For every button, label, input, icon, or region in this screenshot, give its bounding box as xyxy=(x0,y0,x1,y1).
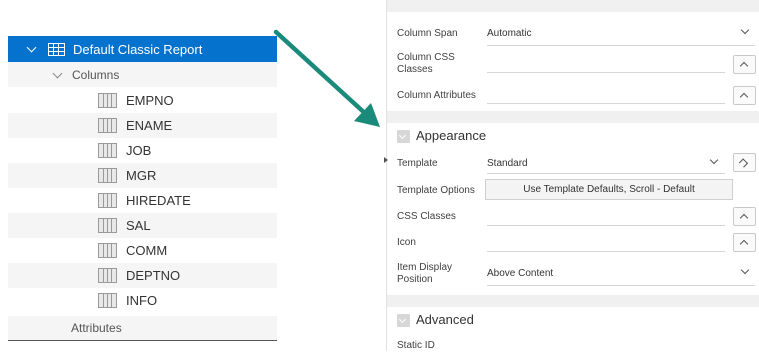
column-label: HIREDATE xyxy=(126,193,191,208)
column-icon xyxy=(98,193,117,208)
tree-column-item[interactable]: COMM xyxy=(8,238,277,263)
tree-column-item[interactable]: HIREDATE xyxy=(8,188,277,213)
column-icon xyxy=(98,268,117,283)
tree-column-item[interactable]: ENAME xyxy=(8,113,277,138)
chevron-up-icon[interactable] xyxy=(733,86,756,105)
chevron-right-icon[interactable] xyxy=(733,153,756,172)
tree-column-item[interactable]: SAL xyxy=(8,213,277,238)
column-label: MGR xyxy=(126,168,157,183)
column-icon xyxy=(98,118,117,133)
tree-node-report[interactable]: Default Classic Report xyxy=(8,36,277,62)
column-label: JOB xyxy=(126,143,152,158)
css-classes-input[interactable] xyxy=(487,225,725,226)
tree-column-item[interactable]: MGR xyxy=(8,163,277,188)
chevron-down-icon[interactable] xyxy=(741,27,749,35)
column-icon xyxy=(98,243,117,258)
tree-panel: Default Classic Report Columns EMPNO ENA… xyxy=(0,0,277,351)
css-classes-row: CSS Classes xyxy=(387,204,759,230)
tree-column-item[interactable]: INFO xyxy=(8,288,277,313)
template-options-value: Use Template Defaults, Scroll - Default xyxy=(523,184,695,195)
field-underline xyxy=(487,45,755,46)
column-label: EMPNO xyxy=(126,93,174,108)
chevron-up-icon[interactable] xyxy=(733,55,756,74)
column-icon xyxy=(98,293,117,308)
section-spacer xyxy=(387,295,759,307)
column-attributes-label: Column Attributes xyxy=(397,90,476,101)
column-label: DEPTNO xyxy=(126,268,181,283)
tree-node-attributes[interactable]: Attributes xyxy=(8,316,277,340)
field-underline xyxy=(487,285,755,286)
property-editor: Column Span Automatic Column CSS Classes… xyxy=(384,0,759,351)
tree-node-columns-label: Columns xyxy=(72,67,120,82)
column-icon xyxy=(98,218,117,233)
template-select[interactable]: Standard xyxy=(487,158,528,169)
column-span-row: Column Span Automatic xyxy=(387,12,759,52)
css-classes-label: CSS Classes xyxy=(397,211,456,222)
collapse-icon[interactable] xyxy=(397,314,410,327)
tree-column-item[interactable]: DEPTNO xyxy=(8,263,277,288)
column-span-label: Column Span xyxy=(397,28,458,39)
divider xyxy=(8,340,277,341)
template-options-button[interactable]: Use Template Defaults, Scroll - Default xyxy=(485,179,733,200)
tree-column-item[interactable]: EMPNO xyxy=(8,88,277,113)
template-options-label: Template Options xyxy=(397,185,475,196)
icon-row: Icon xyxy=(387,230,759,256)
column-icon xyxy=(98,168,117,183)
icon-input[interactable] xyxy=(487,251,725,252)
section-spacer xyxy=(387,111,759,123)
column-icon xyxy=(98,143,117,158)
column-css-classes-input[interactable] xyxy=(487,72,725,73)
advanced-section-header[interactable]: Advanced xyxy=(387,307,759,333)
column-attributes-input[interactable] xyxy=(487,103,725,104)
icon-label: Icon xyxy=(397,237,416,248)
section-spacer xyxy=(387,0,759,12)
chevron-up-icon[interactable] xyxy=(733,233,756,252)
advanced-title: Advanced xyxy=(416,312,474,327)
appearance-title: Appearance xyxy=(416,128,487,143)
static-id-label: Static ID xyxy=(397,340,435,351)
column-span-select[interactable]: Automatic xyxy=(487,28,531,39)
chevron-down-icon[interactable] xyxy=(26,43,38,55)
collapse-icon[interactable] xyxy=(397,130,410,143)
tree-node-report-label: Default Classic Report xyxy=(73,41,203,57)
appearance-section-header[interactable]: Appearance xyxy=(387,123,759,149)
column-label: ENAME xyxy=(126,118,173,133)
chevron-down-icon[interactable] xyxy=(741,267,749,275)
tree-node-columns[interactable]: Columns xyxy=(8,62,277,87)
item-display-position-label: Item Display Position xyxy=(397,262,453,285)
column-icon xyxy=(98,93,117,108)
item-display-position-select[interactable]: Above Content xyxy=(487,268,553,279)
report-icon xyxy=(48,42,65,56)
tree-column-item[interactable]: JOB xyxy=(8,138,277,163)
chevron-down-icon[interactable] xyxy=(710,157,718,165)
chevron-up-icon[interactable] xyxy=(733,207,756,226)
template-row: Template Standard xyxy=(387,150,759,177)
template-label: Template xyxy=(397,158,438,169)
column-label: INFO xyxy=(126,293,158,308)
item-display-position-row: Item Display Position Above Content xyxy=(387,259,759,293)
tree-node-attributes-label: Attributes xyxy=(71,321,122,335)
column-attributes-row: Column Attributes xyxy=(387,82,759,110)
column-label: COMM xyxy=(126,243,168,258)
column-css-classes-row: Column CSS Classes xyxy=(387,52,759,82)
field-underline xyxy=(487,173,725,174)
column-css-classes-label: Column CSS Classes xyxy=(397,52,455,75)
annotation-arrow xyxy=(273,29,380,127)
chevron-down-icon[interactable] xyxy=(52,69,64,81)
column-label: SAL xyxy=(126,218,151,233)
